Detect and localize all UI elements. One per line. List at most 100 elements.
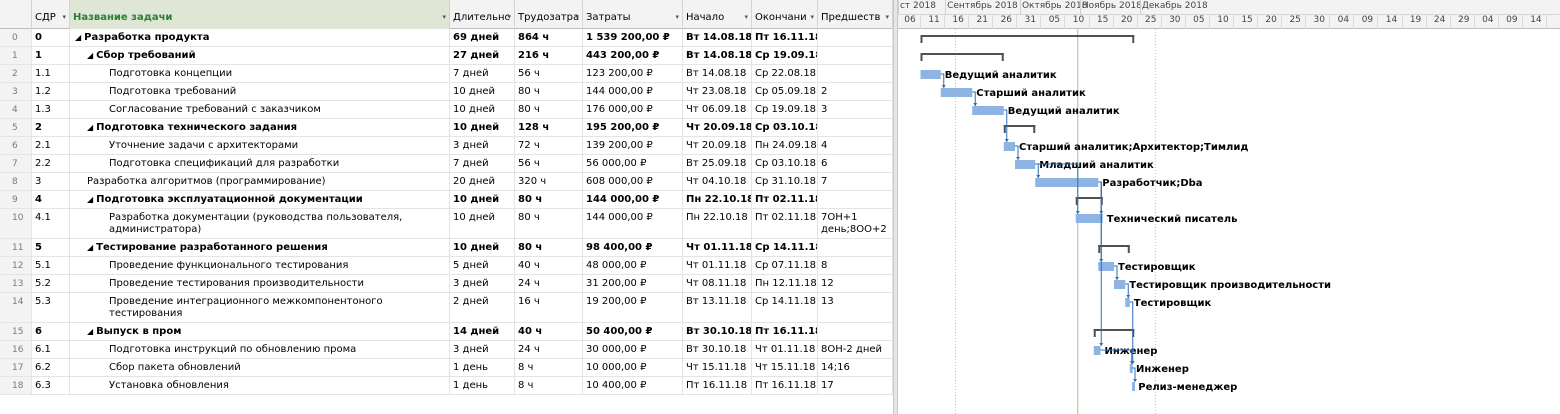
task-cell-start[interactable]: Чт 04.10.18	[683, 173, 752, 190]
task-cell-pred[interactable]: 8ОН-2 дней	[818, 341, 893, 358]
task-bar[interactable]	[940, 88, 973, 97]
task-cell-start[interactable]: Пт 16.11.18	[683, 377, 752, 394]
task-cell-cost[interactable]: 30 000,00 ₽	[583, 341, 683, 358]
task-row[interactable]: 16 6.1 Подготовка инструкций по обновлению…	[0, 341, 893, 359]
task-cell-work[interactable]: 16 ч	[515, 293, 583, 322]
task-cell-cost[interactable]: 10 400,00 ₽	[583, 377, 683, 394]
task-cell-pred[interactable]	[818, 239, 893, 256]
column-header-cost[interactable]: Затраты ▾	[583, 0, 683, 29]
summary-bar[interactable]	[920, 53, 1004, 55]
task-cell-cost[interactable]: 31 200,00 ₽	[583, 275, 683, 292]
dependency-arrowhead[interactable]	[1036, 175, 1041, 178]
task-cell-finish[interactable]: Чт 01.11.18	[752, 341, 818, 358]
task-cell-cost[interactable]: 139 200,00 ₽	[583, 137, 683, 154]
task-cell-cost[interactable]: 144 000,00 ₽	[583, 209, 683, 238]
task-row[interactable]: 14 5.3 Проведение интеграционного межкомпо…	[0, 293, 893, 323]
task-bar[interactable]	[920, 70, 941, 79]
dependency-arrowhead[interactable]	[1126, 295, 1131, 298]
task-cell-wbs[interactable]: 1.1	[32, 65, 70, 82]
task-cell-work[interactable]: 72 ч	[515, 137, 583, 154]
task-cell-pred[interactable]: 2	[818, 83, 893, 100]
task-row[interactable]: 5 2 ◢ Подготовка технического задания 10 дне…	[0, 119, 893, 137]
task-cell-finish[interactable]: Ср 14.11.18	[752, 293, 818, 322]
task-cell-dur[interactable]: 20 дней	[450, 173, 515, 190]
summary-bar[interactable]	[1093, 329, 1135, 331]
task-cell-pred[interactable]	[818, 29, 893, 46]
task-cell-pred[interactable]	[818, 119, 893, 136]
task-cell-work[interactable]: 40 ч	[515, 257, 583, 274]
task-cell-finish[interactable]: Пн 12.11.18	[752, 275, 818, 292]
task-cell-pred[interactable]: 7ОН+1 день;8ОО+2	[818, 209, 893, 238]
task-cell-finish[interactable]: Ср 03.10.18	[752, 119, 818, 136]
task-cell-finish[interactable]: Пт 02.11.18	[752, 191, 818, 208]
task-cell-name[interactable]: Сбор пакета обновлений	[70, 359, 450, 376]
task-cell-pred[interactable]	[818, 323, 893, 340]
task-cell-finish[interactable]: Ср 07.11.18	[752, 257, 818, 274]
task-cell-work[interactable]: 864 ч	[515, 29, 583, 46]
task-cell-wbs[interactable]: 4	[32, 191, 70, 208]
task-cell-wbs[interactable]: 6.3	[32, 377, 70, 394]
task-bar[interactable]	[1098, 262, 1114, 271]
column-header-finish[interactable]: Окончани ▾	[752, 0, 818, 29]
task-cell-work[interactable]: 216 ч	[515, 47, 583, 64]
task-cell-pred[interactable]: 4	[818, 137, 893, 154]
column-header-wbs[interactable]: СДР ▾	[32, 0, 70, 29]
task-cell-work[interactable]: 80 ч	[515, 239, 583, 256]
summary-bar-cap[interactable]	[1093, 329, 1096, 337]
summary-bar[interactable]	[1003, 125, 1036, 127]
task-cell-name[interactable]: ◢ Разработка продукта	[70, 29, 450, 46]
task-cell-start[interactable]: Пн 22.10.18	[683, 209, 752, 238]
task-cell-name[interactable]: Установка обновления	[70, 377, 450, 394]
filter-dropdown-icon[interactable]: ▾	[744, 13, 748, 21]
task-cell-wbs[interactable]: 1.3	[32, 101, 70, 118]
task-cell-finish[interactable]: Пн 24.09.18	[752, 137, 818, 154]
task-cell-start[interactable]: Вт 14.08.18	[683, 65, 752, 82]
column-header-pred[interactable]: Предшеств ▾	[818, 0, 893, 29]
task-cell-wbs[interactable]: 6.2	[32, 359, 70, 376]
task-cell-finish[interactable]: Ср 31.10.18	[752, 173, 818, 190]
task-row[interactable]: 13 5.2 Проведение тестирования производите…	[0, 275, 893, 293]
task-cell-name[interactable]: ◢ Подготовка технического задания	[70, 119, 450, 136]
task-cell-wbs[interactable]: 3	[32, 173, 70, 190]
task-cell-cost[interactable]: 123 200,00 ₽	[583, 65, 683, 82]
task-row[interactable]: 4 1.3 Согласование требований с заказчиком…	[0, 101, 893, 119]
task-cell-finish[interactable]: Пт 16.11.18	[752, 29, 818, 46]
task-row[interactable]: 12 5.1 Проведение функционального тестиров…	[0, 257, 893, 275]
column-header-rn[interactable]	[0, 0, 32, 29]
task-cell-dur[interactable]: 14 дней	[450, 323, 515, 340]
task-bar[interactable]	[1003, 142, 1015, 151]
task-cell-start[interactable]: Вт 30.10.18	[683, 323, 752, 340]
task-row[interactable]: 1 1 ◢ Сбор требований 27 дней 216 ч 443 200,00…	[0, 47, 893, 65]
filter-dropdown-icon[interactable]: ▾	[675, 13, 679, 21]
task-cell-wbs[interactable]: 6	[32, 323, 70, 340]
task-cell-pred[interactable]: 7	[818, 173, 893, 190]
task-cell-name[interactable]: Проведение тестирования производительнос…	[70, 275, 450, 292]
task-cell-name[interactable]: Подготовка спецификаций для разработки	[70, 155, 450, 172]
summary-bar-cap[interactable]	[920, 53, 923, 61]
task-cell-pred[interactable]: 13	[818, 293, 893, 322]
task-cell-name[interactable]: ◢ Подготовка эксплуатационной документаци…	[70, 191, 450, 208]
task-cell-cost[interactable]: 10 000,00 ₽	[583, 359, 683, 376]
task-cell-finish[interactable]: Чт 15.11.18	[752, 359, 818, 376]
task-cell-wbs[interactable]: 1.2	[32, 83, 70, 100]
collapse-triangle-icon[interactable]: ◢	[87, 195, 93, 204]
dependency-arrowhead[interactable]	[1133, 379, 1137, 382]
task-cell-wbs[interactable]: 5	[32, 239, 70, 256]
task-cell-wbs[interactable]: 5.2	[32, 275, 70, 292]
task-cell-dur[interactable]: 3 дней	[450, 275, 515, 292]
task-cell-finish[interactable]: Ср 03.10.18	[752, 155, 818, 172]
task-cell-name[interactable]: Проведение интеграционного межкомпоненто…	[70, 293, 450, 322]
filter-dropdown-icon[interactable]: ▾	[62, 13, 66, 21]
task-cell-start[interactable]: Вт 14.08.18	[683, 47, 752, 64]
task-cell-cost[interactable]: 195 200,00 ₽	[583, 119, 683, 136]
summary-bar-cap[interactable]	[1003, 125, 1006, 133]
task-cell-start[interactable]: Чт 08.11.18	[683, 275, 752, 292]
task-cell-wbs[interactable]: 6.1	[32, 341, 70, 358]
task-row[interactable]: 10 4.1 Разработка документации (руководств…	[0, 209, 893, 239]
task-cell-wbs[interactable]: 2	[32, 119, 70, 136]
task-cell-cost[interactable]: 144 000,00 ₽	[583, 83, 683, 100]
dependency-arrowhead[interactable]	[1004, 139, 1009, 142]
task-cell-start[interactable]: Чт 01.11.18	[683, 257, 752, 274]
task-cell-wbs[interactable]: 2.1	[32, 137, 70, 154]
task-cell-cost[interactable]: 176 000,00 ₽	[583, 101, 683, 118]
